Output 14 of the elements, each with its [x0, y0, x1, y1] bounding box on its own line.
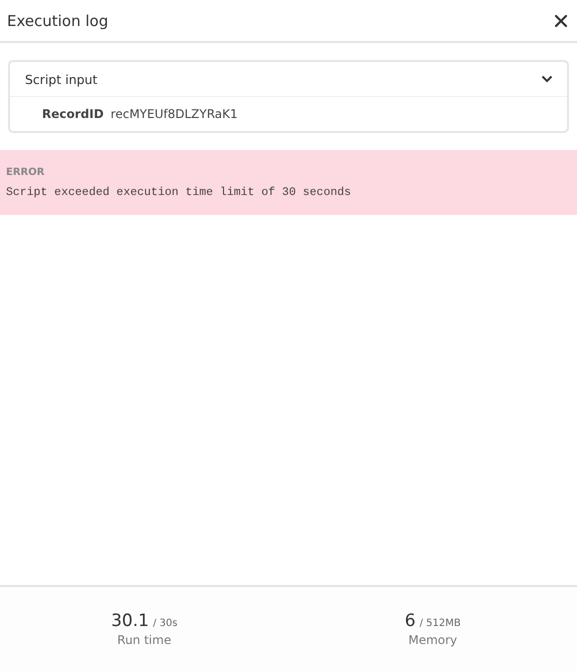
close-icon[interactable]	[553, 12, 569, 28]
panel-title: Script input	[25, 72, 98, 86]
stat-value: 6	[404, 611, 416, 631]
stat-value: 30.1	[111, 611, 149, 631]
stat-label: Memory	[408, 633, 458, 647]
field-label: RecordID	[42, 107, 104, 121]
stat-limit: / 30s	[152, 618, 178, 629]
field-value: recMYEUf8DLZYRaK1	[110, 107, 238, 121]
window-title: Execution log	[7, 12, 108, 30]
error-label: ERROR	[6, 166, 46, 178]
stat-limit: / 512MB	[420, 618, 461, 629]
chevron-icon[interactable]	[541, 75, 553, 83]
stat-label: Run time	[117, 633, 172, 647]
error-message: Script exceeded execution time limit of 30 seconds	[6, 186, 352, 198]
